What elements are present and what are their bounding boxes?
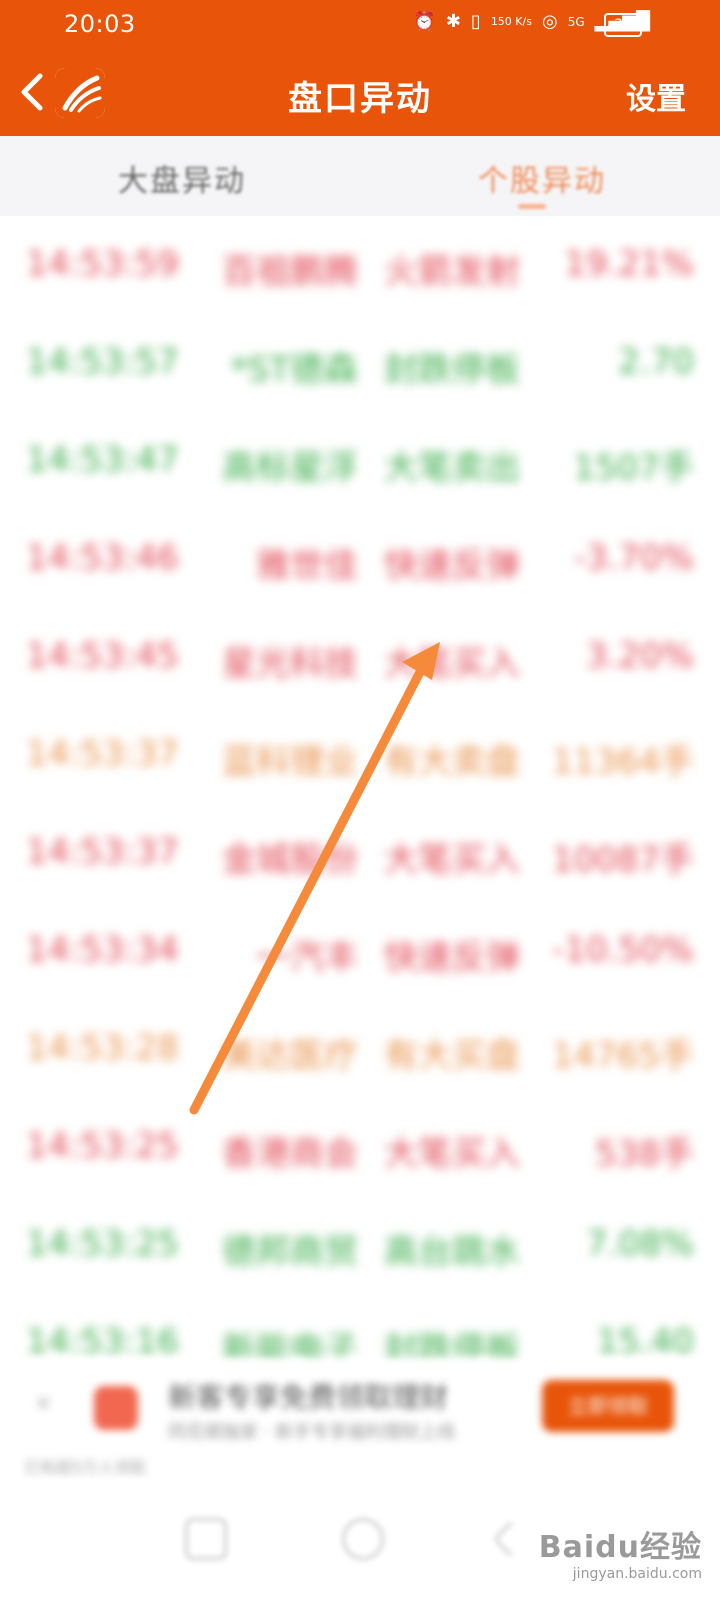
active-tab-indicator [518,204,546,209]
status-bar: 20:03 ⏰ ✱ ▯ 150 K/s ◎ 5G ▂▄▆█ 37 [0,0,720,50]
watermark-url: jingyan.baidu.com [572,1566,702,1582]
alert-event: 有大卖盘 [384,742,520,782]
alert-event: 封跌停板 [384,350,520,390]
alert-stock: 德邦商贸 [222,1232,358,1272]
list-item[interactable]: 14:53:59 百祖鹏腾 火箭发射 19.21% [0,216,720,316]
alert-list[interactable]: 14:53:59 百祖鹏腾 火箭发射 19.21% 14:53:57 *ST德森… [0,216,720,1366]
list-item[interactable]: 14:53:16 新能电子 封跌停板 15.40 [0,1294,720,1366]
alert-event: 大笔买入 [384,644,520,684]
alert-stock: 蓝科锂业 [222,742,358,782]
alert-value: 15.40 [596,1322,694,1362]
back-icon[interactable] [492,1519,532,1559]
alert-event: 有大买盘 [384,1036,520,1076]
tab-stock-alerts[interactable]: 个股异动 [478,156,606,200]
network-speed: 150 K/s [490,15,532,28]
alert-event: 大笔卖出 [384,448,520,488]
alert-stock: *ST德森 [230,350,358,390]
app-header: 盘口异动 设置 [0,50,720,136]
promo-banner[interactable]: ✕ 新客专享免费领取理财 同花顺独家 · 新手专享福利理财上线 立即领取 已有超… [0,1358,720,1477]
alert-value: 3.20% [585,636,694,676]
alert-value: 11364手 [551,742,694,782]
alert-value: 10087手 [551,840,694,880]
alert-event: 大笔买入 [384,840,520,880]
alert-time: 14:53:47 [26,440,179,480]
alert-time: 14:53:57 [26,342,179,382]
tab-bar: 大盘异动 个股异动 [0,136,720,216]
settings-button[interactable]: 设置 [626,74,686,118]
alert-stock: 一汽丰 [256,938,358,978]
list-item[interactable]: 14:53:47 高标星浮 大笔卖出 1507手 [0,412,720,512]
alert-value: -10.50% [552,930,694,970]
gift-icon [94,1386,138,1430]
alert-stock: 雅世佳 [256,546,358,586]
promo-headline: 新客专享免费领取理财 [168,1381,449,1414]
alert-time: 14:53:34 [26,930,179,970]
alert-time: 14:53:46 [26,538,179,578]
list-item[interactable]: 14:53:28 美达医疗 有大买盘 14765手 [0,1000,720,1100]
watermark: Baidu经验 jingyan.baidu.com [539,1522,702,1582]
alert-stock: 星光科技 [222,644,358,684]
list-item[interactable]: 14:53:37 金城股份 大笔买入 10087手 [0,804,720,904]
alert-value: 538手 [595,1134,694,1174]
alert-time: 14:53:28 [26,1028,179,1068]
list-item[interactable]: 14:53:25 德邦商贸 高台跳水 7.08% [0,1196,720,1296]
page-title: 盘口异动 [288,79,432,119]
vibrate-icon: ▯ [470,11,481,32]
recent-apps-icon[interactable] [185,1518,227,1560]
alert-time: 14:53:45 [26,636,179,676]
alert-value: 2.70 [618,342,694,382]
alert-event: 高台跳水 [384,1232,520,1272]
alert-stock: 香港商会 [222,1134,358,1174]
alert-value: 7.08% [585,1224,694,1264]
list-item[interactable]: 14:53:45 星光科技 大笔买入 3.20% [0,608,720,708]
alert-value: -3.70% [573,538,694,578]
alert-event: 火箭发射 [384,252,520,292]
alert-stock: 高标星浮 [222,448,358,488]
alert-time: 14:53:16 [26,1322,179,1362]
status-time: 20:03 [64,10,136,38]
alert-stock: 美达医疗 [222,1036,358,1076]
hotspot-icon: ◎ [541,11,558,32]
alert-event: 大笔买入 [384,1134,520,1174]
promo-claim-button[interactable]: 立即领取 [542,1380,674,1432]
alert-value: 1507手 [573,448,694,488]
list-item[interactable]: 14:53:46 雅世佳 快速反弹 -3.70% [0,510,720,610]
battery-indicator: 37 [604,13,646,37]
alert-event: 快速反弹 [384,938,520,978]
bluetooth-icon: ✱ [445,11,461,32]
promo-footnote: 已有超5万人领取 [24,1458,147,1477]
alarm-icon: ⏰ [413,11,436,32]
list-item[interactable]: 14:53:25 香港商会 大笔买入 538手 [0,1098,720,1198]
alert-value: 14765手 [551,1036,694,1076]
watermark-brand: Baidu经验 [538,1530,702,1565]
alert-event: 快速反弹 [384,546,520,586]
alert-value: 19.21% [564,244,694,284]
alert-time: 14:53:59 [26,244,179,284]
tab-market-alerts[interactable]: 大盘异动 [118,156,246,200]
alert-time: 14:53:37 [26,832,179,872]
alert-time: 14:53:37 [26,734,179,774]
home-icon[interactable] [342,1518,384,1560]
list-item[interactable]: 14:53:37 蓝科锂业 有大卖盘 11364手 [0,706,720,806]
alert-stock: 百祖鹏腾 [222,252,358,292]
signal-label: 5G [567,14,585,29]
list-item[interactable]: 14:53:34 一汽丰 快速反弹 -10.50% [0,902,720,1002]
alert-time: 14:53:25 [26,1224,179,1264]
alert-time: 14:53:25 [26,1126,179,1166]
alert-stock: 金城股份 [222,840,358,880]
list-item[interactable]: 14:53:57 *ST德森 封跌停板 2.70 [0,314,720,414]
close-icon[interactable]: ✕ [34,1392,52,1417]
promo-subline: 同花顺独家 · 新手专享福利理财上线 [168,1422,456,1443]
